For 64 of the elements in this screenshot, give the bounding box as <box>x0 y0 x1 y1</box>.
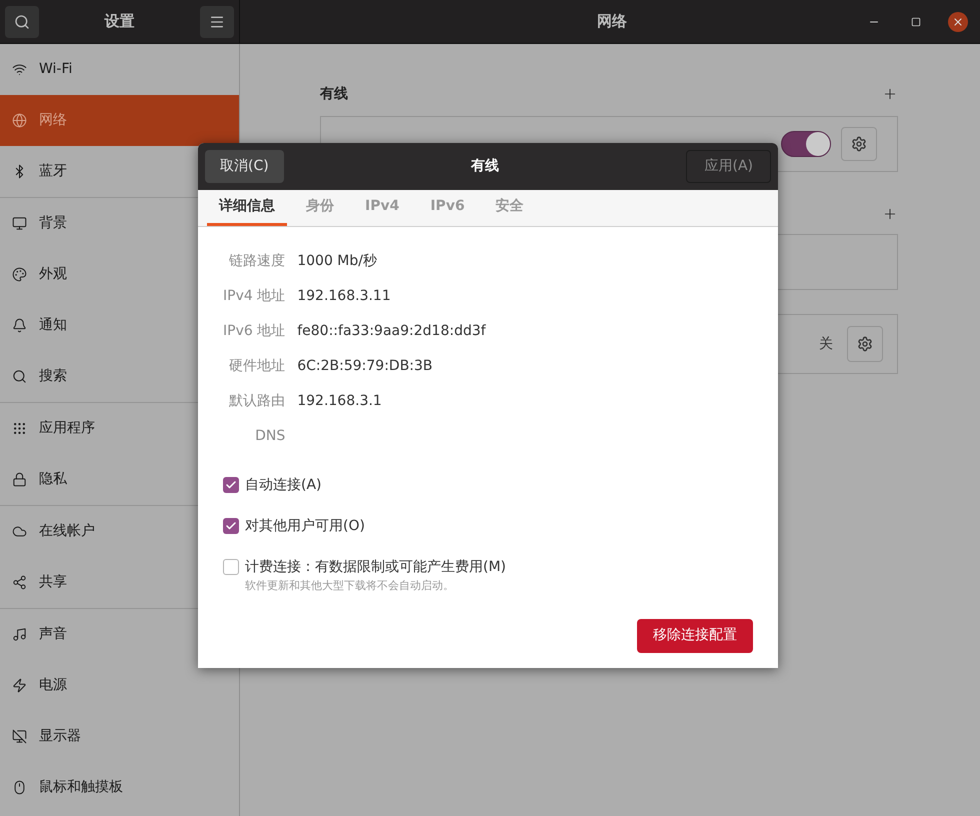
checkbox[interactable] <box>223 518 239 534</box>
sidebar-item[interactable]: 鼠标和触摸板 <box>0 762 239 813</box>
add-button[interactable] <box>882 206 898 222</box>
detail-value: fe80::fa33:9aa9:2d18:dd3f <box>297 322 487 341</box>
detail-value: 192.168.3.1 <box>297 392 383 411</box>
lock-icon <box>12 472 27 487</box>
apply-button[interactable]: 应用(A) <box>686 150 771 183</box>
sidebar-item[interactable]: 声音 <box>0 609 239 660</box>
detail-value: 6C:2B:59:79:DB:3B <box>297 357 434 376</box>
gear-icon <box>857 336 873 352</box>
search-button[interactable] <box>5 6 39 38</box>
bell-icon <box>12 318 27 333</box>
dialog-title: 有线 <box>471 157 500 176</box>
section-title: 有线 <box>320 84 348 104</box>
check-icon <box>225 479 237 491</box>
checkbox[interactable] <box>223 559 239 575</box>
remove-button[interactable]: 移除连接配置 <box>637 618 753 652</box>
sidebar-item[interactable]: 显示器 <box>0 711 239 762</box>
sidebar-item[interactable]: Wi-Fi <box>0 44 239 95</box>
checkbox-hint: 软件更新和其他大型下载将不会自动启动。 <box>245 578 455 594</box>
proxy-status: 关 <box>819 334 833 354</box>
mouse-icon <box>12 780 27 795</box>
sidebar-item[interactable]: 共享 <box>0 557 239 608</box>
checkbox[interactable] <box>223 477 239 493</box>
monitor-icon <box>12 216 27 231</box>
sidebar-item[interactable]: 在线帐户 <box>0 506 239 557</box>
grid-icon <box>12 421 27 436</box>
search-icon <box>14 14 30 30</box>
palette-icon <box>12 267 27 282</box>
add-button[interactable] <box>882 86 898 102</box>
detail-label: 硬件地址 <box>228 357 286 376</box>
menu-button[interactable] <box>200 6 234 38</box>
checkbox-label: 自动连接(A) <box>245 476 322 495</box>
cloud-icon <box>12 524 27 539</box>
maximize-icon <box>911 16 921 26</box>
close-button[interactable] <box>948 12 968 32</box>
sidebar-item[interactable]: 隐私 <box>0 454 239 505</box>
detail-label: 链路速度 <box>228 252 286 271</box>
detail-label: 默认路由 <box>228 392 286 411</box>
detail-label: IPv4 地址 <box>223 287 286 306</box>
toggle-switch[interactable] <box>781 131 831 157</box>
settings-button[interactable] <box>847 326 883 362</box>
cancel-button[interactable]: 取消(C) <box>205 150 284 183</box>
checkbox-label: 对其他用户可用(O) <box>245 517 365 536</box>
share-icon <box>12 575 27 590</box>
globe-icon <box>12 113 27 128</box>
search-icon <box>12 369 27 384</box>
detail-label: DNS <box>254 427 286 446</box>
detail-value: 1000 Mb/秒 <box>297 252 378 271</box>
music-note-icon <box>12 627 27 642</box>
settings-button[interactable] <box>841 127 877 161</box>
bolt-icon <box>12 678 27 693</box>
tab[interactable]: 详细信息 <box>207 190 287 226</box>
sidebar-title: 设置 <box>104 11 134 32</box>
monitor-icon <box>12 729 27 744</box>
gear-icon <box>851 136 867 152</box>
sidebar-item[interactable]: 电源 <box>0 660 239 711</box>
checkbox-label: 计费连接：有数据限制或可能产生费用(M) <box>245 558 506 577</box>
close-icon <box>952 16 964 28</box>
detail-label: IPv6 地址 <box>223 322 286 341</box>
menu-icon <box>209 14 225 30</box>
window-title: 网络 <box>597 11 627 32</box>
detail-value: 192.168.3.11 <box>297 287 392 306</box>
check-icon <box>225 520 237 532</box>
